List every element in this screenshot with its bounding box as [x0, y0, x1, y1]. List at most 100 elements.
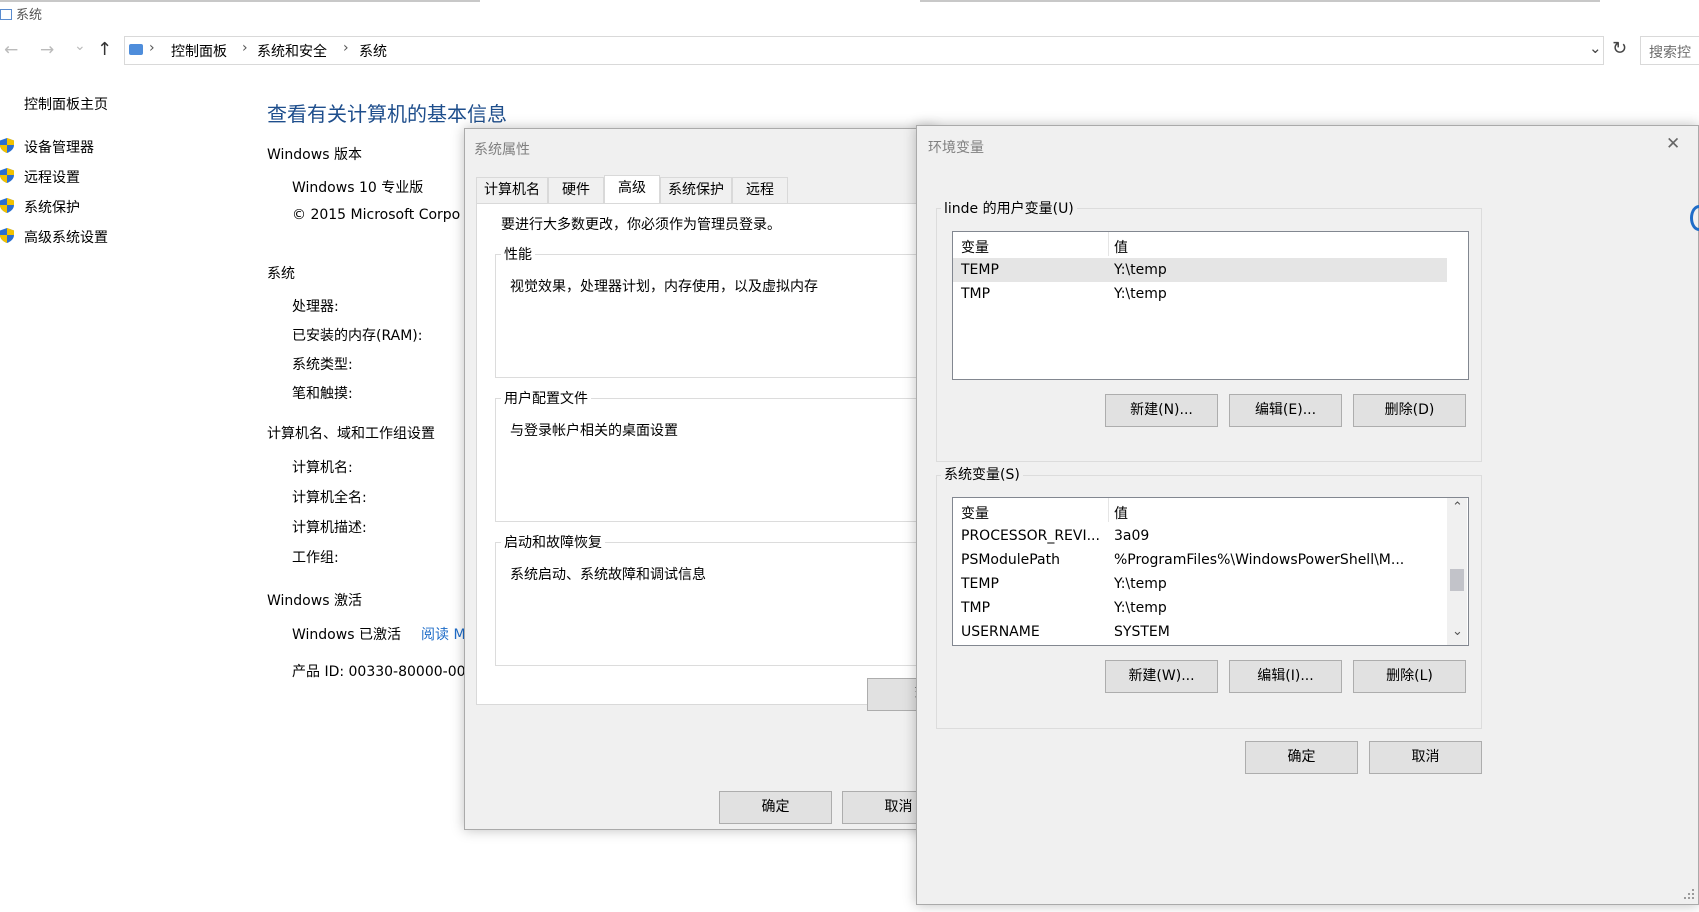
pen-touch-label: 笔和触摸:: [292, 386, 353, 402]
performance-description: 视觉效果，处理器计划，内存使用，以及虚拟内存: [510, 279, 818, 295]
top-window-edge: [920, 0, 1600, 2]
user-vars-group-label: linde 的用户变量(U): [941, 198, 1077, 218]
ok-button[interactable]: 确定: [1245, 741, 1358, 774]
var-name: PROCESSOR_REVI...: [961, 528, 1100, 544]
var-value: Y:\temp: [1114, 262, 1167, 278]
shield-icon: [0, 138, 14, 153]
back-button[interactable]: ←: [4, 40, 18, 60]
column-header-variable[interactable]: 变量: [961, 237, 989, 257]
sidebar-item-label: 远程设置: [24, 170, 80, 186]
var-value: SYSTEM: [1114, 624, 1170, 640]
system-heading: 系统: [267, 266, 295, 282]
refresh-button[interactable]: ↻: [1612, 38, 1627, 59]
system-vars-group-label: 系统变量(S): [941, 464, 1023, 484]
window-title: 系统: [16, 8, 43, 23]
activation-heading: Windows 激活: [267, 593, 362, 609]
cancel-button[interactable]: 取消: [1369, 741, 1482, 774]
var-name: TMP: [961, 600, 991, 616]
startup-recovery-description: 系统启动、系统故障和调试信息: [510, 567, 706, 583]
column-header-variable[interactable]: 变量: [961, 503, 989, 523]
scroll-down-arrow[interactable]: ⌄: [1452, 624, 1463, 639]
sidebar-home-link[interactable]: 控制面板主页: [24, 94, 108, 114]
startup-recovery-group: [495, 542, 942, 666]
window-title-row: 系统: [0, 4, 42, 23]
var-name: TMP: [961, 286, 991, 302]
computer-description-label: 计算机描述:: [292, 520, 367, 536]
computer-name-label: 计算机名:: [292, 460, 353, 476]
column-header-value[interactable]: 值: [1114, 503, 1128, 523]
breadcrumb-system[interactable]: 系统: [359, 41, 387, 61]
user-edit-button[interactable]: 编辑(E)...: [1229, 394, 1342, 427]
breadcrumb-separator: ›: [242, 40, 248, 56]
breadcrumb-system-security[interactable]: 系统和安全: [257, 41, 327, 61]
address-dropdown-button[interactable]: ⌄: [1589, 39, 1602, 57]
table-row[interactable]: PROCESSOR_REVI... 3a09: [953, 524, 1447, 548]
breadcrumb-separator: ›: [149, 40, 155, 56]
activation-link[interactable]: 阅读 M: [421, 624, 466, 644]
full-computer-name-label: 计算机全名:: [292, 490, 367, 506]
workgroup-label: 工作组:: [292, 550, 339, 566]
top-window-edge: [0, 0, 480, 2]
user-vars-list[interactable]: 变量 值 TEMP Y:\temp TMP Y:\temp: [952, 231, 1469, 380]
var-value: Y:\temp: [1114, 600, 1167, 616]
up-button[interactable]: ↑: [97, 39, 112, 60]
table-row[interactable]: TMP Y:\temp: [953, 596, 1447, 620]
performance-group: [495, 254, 942, 378]
dialog-title: 环境变量: [928, 140, 984, 156]
dialog-title: 系统属性: [474, 142, 530, 158]
var-value: %ProgramFiles%\WindowsPowerShell\M...: [1114, 552, 1405, 568]
page-title: 查看有关计算机的基本信息: [267, 102, 507, 126]
tab-system-protection[interactable]: 系统保护: [660, 177, 732, 203]
table-row[interactable]: TMP Y:\temp: [953, 282, 1447, 306]
edition-value: Windows 10 专业版: [292, 180, 424, 196]
forward-button[interactable]: →: [40, 40, 54, 60]
tab-advanced[interactable]: 高级: [604, 175, 660, 204]
system-edit-button[interactable]: 编辑(I)...: [1229, 660, 1342, 693]
ok-button[interactable]: 确定: [719, 791, 832, 824]
sidebar-item-label: 设备管理器: [24, 140, 94, 156]
resize-grip-icon[interactable]: [1683, 888, 1695, 900]
product-id: 产品 ID: 00330-80000-00: [292, 664, 466, 680]
system-delete-button[interactable]: 删除(L): [1353, 660, 1466, 693]
tab-remote[interactable]: 远程: [732, 177, 788, 203]
tab-hardware[interactable]: 硬件: [548, 177, 604, 203]
admin-note: 要进行大多数更改，你必须作为管理员登录。: [501, 217, 781, 233]
recent-locations-button[interactable]: ⌄: [74, 38, 86, 54]
shield-icon: [0, 228, 14, 243]
var-name: USERNAME: [961, 624, 1040, 640]
user-delete-button[interactable]: 删除(D): [1353, 394, 1466, 427]
close-button[interactable]: ✕: [1666, 134, 1680, 154]
system-type-label: 系统类型:: [292, 357, 353, 373]
var-name: TEMP: [961, 262, 999, 278]
tab-panel: 要进行大多数更改，你必须作为管理员登录。 性能 视觉效果，处理器计划，内存使用，…: [476, 203, 947, 711]
scrollbar-thumb[interactable]: [1450, 569, 1464, 591]
var-value: Y:\temp: [1114, 286, 1167, 302]
system-new-button[interactable]: 新建(W)...: [1105, 660, 1218, 693]
copyright-text: © 2015 Microsoft Corpo: [292, 207, 461, 223]
search-input[interactable]: 搜索控: [1640, 36, 1699, 65]
user-profiles-group: [495, 398, 942, 522]
system-vars-list[interactable]: 变量 值 PROCESSOR_REVI... 3a09 PSModulePath…: [952, 497, 1469, 646]
computer-icon: [0, 9, 12, 20]
var-name: TEMP: [961, 576, 999, 592]
activation-status: Windows 已激活: [292, 627, 401, 643]
column-header-value[interactable]: 值: [1114, 237, 1128, 257]
search-placeholder: 搜索控: [1649, 45, 1691, 61]
breadcrumb-control-panel[interactable]: 控制面板: [171, 41, 227, 61]
var-name: PSModulePath: [961, 552, 1060, 568]
address-bar[interactable]: › 控制面板 › 系统和安全 › 系统 ⌄: [124, 36, 1604, 65]
table-row[interactable]: TEMP Y:\temp: [953, 572, 1447, 596]
edition-heading: Windows 版本: [267, 147, 362, 163]
table-row[interactable]: PSModulePath %ProgramFiles%\WindowsPower…: [953, 548, 1447, 572]
breadcrumb-separator: ›: [343, 40, 349, 56]
scroll-up-arrow[interactable]: ⌃: [1452, 500, 1463, 515]
user-new-button[interactable]: 新建(N)...: [1105, 394, 1218, 427]
column-separator: [1108, 232, 1109, 256]
table-row[interactable]: TEMP Y:\temp: [953, 258, 1447, 282]
var-value: 3a09: [1114, 528, 1150, 544]
tab-computer-name[interactable]: 计算机名: [476, 177, 548, 203]
processor-label: 处理器:: [292, 299, 339, 315]
user-profiles-group-label: 用户配置文件: [501, 388, 591, 408]
scrollbar[interactable]: ⌃ ⌄: [1447, 498, 1467, 645]
table-row[interactable]: USERNAME SYSTEM: [953, 620, 1447, 644]
